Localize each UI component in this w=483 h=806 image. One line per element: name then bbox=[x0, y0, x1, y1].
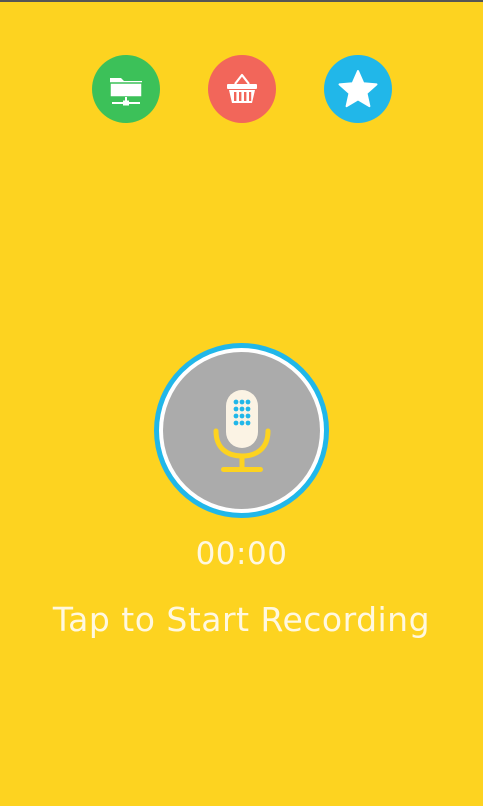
store-button[interactable] bbox=[208, 55, 276, 123]
microphone-icon bbox=[213, 389, 270, 472]
status-bar-edge bbox=[0, 0, 483, 2]
shopping-basket-icon bbox=[227, 73, 257, 103]
folder-network-icon bbox=[109, 78, 143, 106]
record-button-rim bbox=[159, 348, 324, 513]
favorites-button[interactable] bbox=[324, 55, 392, 123]
star-icon bbox=[338, 70, 378, 108]
record-button-face bbox=[163, 352, 320, 509]
recording-timer: 00:00 bbox=[195, 536, 288, 572]
record-hint-label: Tap to Start Recording bbox=[52, 600, 431, 639]
recordings-folder-button[interactable] bbox=[92, 55, 160, 123]
record-button[interactable] bbox=[154, 343, 329, 518]
